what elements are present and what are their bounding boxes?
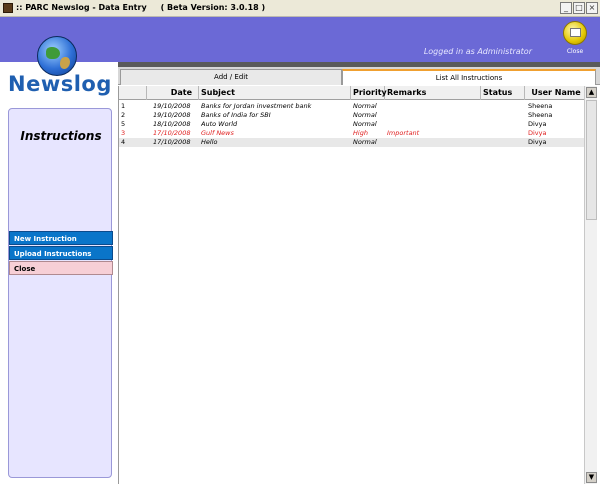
cell-user: Sheena (528, 111, 553, 119)
app-icon (3, 3, 13, 13)
cell-date: 19/10/2008 (153, 111, 191, 119)
cell-status (483, 120, 523, 129)
table-header: Date Subject Priority Remarks Status Use… (119, 86, 585, 100)
header-close-button[interactable]: Close (561, 21, 589, 57)
table-row[interactable]: 2 19/10/2008 Banks of India for SBI Norm… (119, 111, 585, 120)
cell-status (483, 102, 523, 111)
cell-id: 3 (121, 129, 126, 137)
cell-subject: Banks of India for SBI (201, 111, 271, 119)
cell-status (483, 111, 523, 120)
title-bar: :: PARC Newslog - Data Entry ( Beta Vers… (0, 0, 600, 17)
scroll-thumb[interactable] (586, 100, 597, 220)
cell-date: 17/10/2008 (153, 129, 191, 137)
vertical-scrollbar[interactable]: ▲ ▼ (584, 86, 597, 484)
cell-id: 2 (121, 111, 126, 119)
cell-date: 17/10/2008 (153, 138, 191, 146)
close-icon (563, 21, 587, 45)
cell-remarks (387, 111, 479, 120)
column-header-status[interactable]: Status (481, 86, 525, 100)
cell-date: 18/10/2008 (153, 120, 191, 128)
instructions-table: Date Subject Priority Remarks Status Use… (118, 86, 585, 484)
column-header-remarks[interactable]: Remarks (385, 86, 481, 100)
cell-user: Divya (528, 138, 547, 146)
scroll-up-icon[interactable]: ▲ (586, 87, 597, 98)
cell-priority: Normal (353, 111, 377, 119)
scroll-down-icon[interactable]: ▼ (586, 472, 597, 483)
table-row[interactable]: 3 17/10/2008 Gulf News High Important Di… (119, 129, 585, 138)
cell-priority: Normal (353, 102, 377, 110)
logo-text: Newslog (8, 72, 112, 96)
column-header-subject[interactable]: Subject (199, 86, 351, 100)
window-title: :: PARC Newslog - Data Entry ( Beta Vers… (16, 3, 266, 12)
cell-remarks (387, 138, 479, 147)
column-header-priority[interactable]: Priority (351, 86, 387, 100)
cell-remarks (387, 102, 479, 111)
header-close-label: Close (566, 48, 584, 55)
cell-remarks (387, 120, 479, 129)
table-row[interactable]: 5 18/10/2008 Auto World Normal Divya (119, 120, 585, 129)
cell-priority: Normal (353, 120, 377, 128)
cell-subject: Gulf News (201, 129, 234, 137)
column-header-date[interactable]: Date (147, 86, 199, 100)
column-header-id[interactable] (119, 86, 147, 100)
tab-strip: Add / Edit List All Instructions (118, 67, 600, 85)
cell-date: 19/10/2008 (153, 102, 191, 110)
sidebar-close-button[interactable]: Close (9, 261, 113, 275)
cell-id: 1 (121, 102, 126, 110)
logged-in-status: Logged in as Administrator (423, 47, 532, 56)
cell-remarks: Important (387, 129, 420, 137)
instructions-panel: Instructions New Instruction Upload Inst… (8, 108, 113, 478)
cell-user: Divya (528, 120, 547, 128)
upload-instructions-button[interactable]: Upload Instructions (9, 246, 113, 260)
cell-user: Sheena (528, 102, 553, 110)
column-header-user[interactable]: User Name (525, 86, 585, 100)
sidebar: Newslog Instructions New Instruction Upl… (0, 36, 118, 486)
cell-status (483, 138, 523, 147)
cell-priority: High (353, 129, 368, 137)
cell-priority: Normal (353, 138, 377, 146)
minimize-button[interactable]: _ (560, 2, 572, 14)
cell-subject: Auto World (201, 120, 238, 128)
table-row[interactable]: 4 17/10/2008 Hello Normal Divya (119, 138, 585, 147)
cell-id: 5 (121, 120, 126, 128)
cell-user: Divya (528, 129, 547, 137)
globe-icon (37, 36, 77, 76)
header: Logged in as Administrator Close (0, 17, 600, 62)
cell-subject: Banks for Jordan investment bank (201, 102, 312, 110)
panel-title: Instructions (20, 129, 102, 143)
logo: Newslog (0, 36, 118, 104)
table-row[interactable]: 1 19/10/2008 Banks for Jordan investment… (119, 102, 585, 111)
tab-list-all[interactable]: List All Instructions (342, 69, 596, 85)
cell-subject: Hello (201, 138, 218, 146)
cell-id: 4 (121, 138, 126, 146)
new-instruction-button[interactable]: New Instruction (9, 231, 113, 245)
cell-status (483, 129, 523, 138)
window-close-button[interactable]: × (586, 2, 598, 14)
maximize-button[interactable]: □ (573, 2, 585, 14)
tab-add-edit[interactable]: Add / Edit (120, 69, 342, 85)
